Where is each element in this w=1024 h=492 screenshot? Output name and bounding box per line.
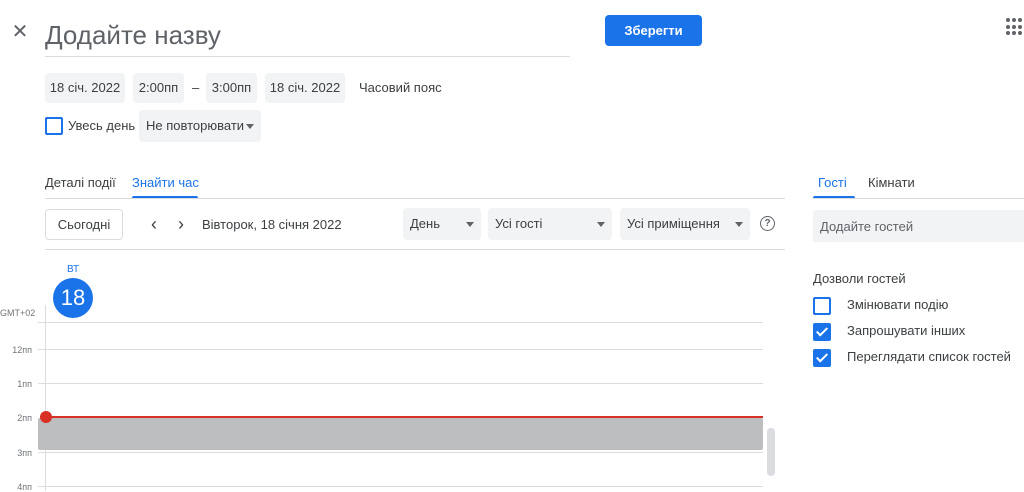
help-icon[interactable]: ? <box>760 216 775 231</box>
start-time-chip[interactable]: 2:00пп <box>133 73 184 103</box>
event-time-block[interactable] <box>38 418 763 450</box>
scrollbar-thumb[interactable] <box>767 428 775 476</box>
hour-label: 12пп <box>12 345 32 355</box>
today-button[interactable]: Сьогодні <box>45 209 123 240</box>
hour-gridline <box>38 349 763 350</box>
permission-modify-checkbox[interactable] <box>813 297 831 315</box>
add-guests-input[interactable] <box>813 210 1024 242</box>
end-time-chip[interactable]: 3:00пп <box>206 73 257 103</box>
all-day-checkbox[interactable] <box>45 117 63 135</box>
permission-invite-checkbox[interactable] <box>813 323 831 341</box>
current-date-label: Вівторок, 18 січня 2022 <box>202 217 342 232</box>
side-tabs-divider <box>813 198 1024 199</box>
apps-grid-icon[interactable] <box>1006 18 1024 36</box>
chevron-down-icon <box>246 124 254 129</box>
hour-gridline <box>38 486 763 487</box>
rooms-filter-value: Усі приміщення <box>627 216 720 231</box>
hour-gridline <box>38 322 763 323</box>
all-day-label: Увесь день <box>68 118 136 133</box>
chevron-down-icon <box>735 222 743 227</box>
permission-modify-label: Змінювати подію <box>847 297 949 312</box>
view-dropdown-value: День <box>410 216 440 231</box>
hour-label: 2пп <box>17 413 32 423</box>
chevron-left-icon[interactable]: ‹ <box>144 214 164 234</box>
tabs-divider <box>45 198 785 199</box>
chevron-down-icon <box>597 222 605 227</box>
day-column-border <box>45 305 46 491</box>
day-of-week-label: ВТ <box>66 264 80 275</box>
timezone-label: GMT+02 <box>0 308 36 318</box>
time-separator: – <box>192 80 200 95</box>
day-number[interactable]: 18 <box>53 278 93 318</box>
permission-invite-label: Запрошувати інших <box>847 323 966 338</box>
hour-label: 1пп <box>17 379 32 389</box>
current-time-dot <box>40 411 52 423</box>
tab-guests[interactable]: Гості <box>818 174 847 192</box>
event-title-input[interactable] <box>45 14 570 57</box>
guests-filter-dropdown[interactable]: Усі гості <box>488 208 612 240</box>
chevron-down-icon <box>466 222 474 227</box>
tab-event-details[interactable]: Деталі події <box>45 174 116 192</box>
hour-label: 3пп <box>17 448 32 458</box>
repeat-value: Не повторювати <box>146 118 245 133</box>
save-button[interactable]: Зберегти <box>605 15 702 46</box>
timezone-link[interactable]: Часовий пояс <box>359 73 442 103</box>
repeat-dropdown[interactable]: Не повторювати <box>139 110 261 142</box>
tab-find-time[interactable]: Знайти час <box>132 174 199 192</box>
toolbar-divider <box>45 249 785 250</box>
rooms-filter-dropdown[interactable]: Усі приміщення <box>620 208 750 240</box>
hour-gridline <box>38 452 763 453</box>
guest-permissions-title: Дозволи гостей <box>813 271 906 286</box>
guests-filter-value: Усі гості <box>495 216 543 231</box>
start-date-chip[interactable]: 18 січ. 2022 <box>45 73 125 103</box>
end-date-chip[interactable]: 18 січ. 2022 <box>265 73 345 103</box>
view-dropdown[interactable]: День <box>403 208 481 240</box>
tab-rooms[interactable]: Кімнати <box>868 174 915 192</box>
permission-see-list-checkbox[interactable] <box>813 349 831 367</box>
chevron-right-icon[interactable]: › <box>171 214 191 234</box>
current-time-indicator <box>45 416 763 418</box>
hour-gridline <box>38 383 763 384</box>
permission-see-list-label: Переглядати список гостей <box>847 349 1011 364</box>
close-icon[interactable]: ✕ <box>10 22 30 42</box>
